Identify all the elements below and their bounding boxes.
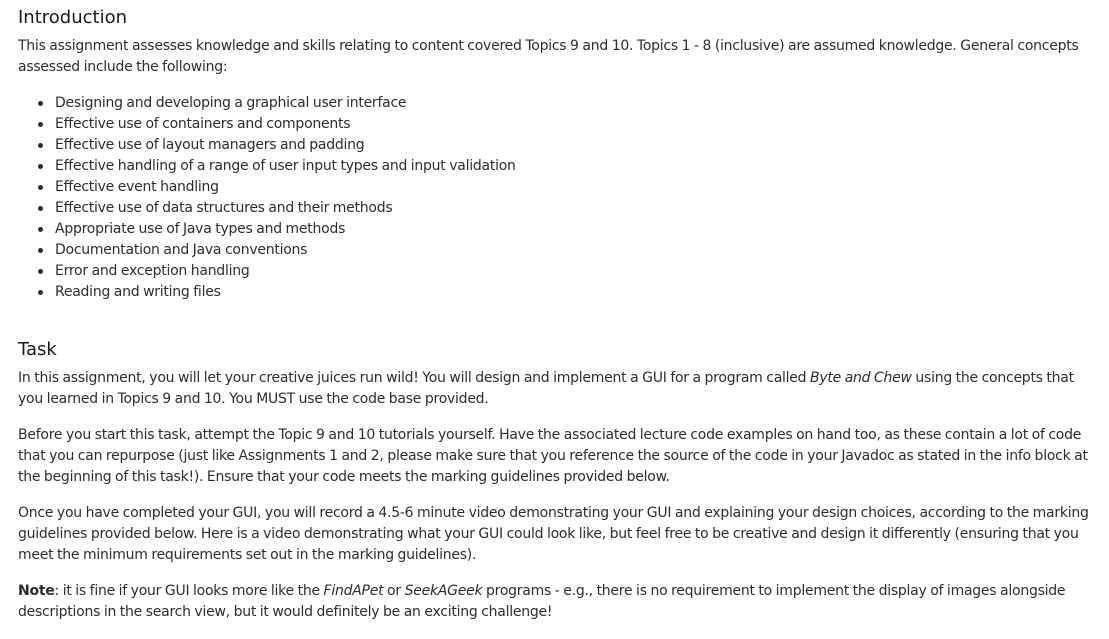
task-paragraph-video: Once you have completed your GUI, you wi…: [18, 505, 1089, 563]
task-paragraph-intro: In this assignment, you will let your cr…: [18, 368, 1091, 410]
note-text: or: [383, 583, 405, 599]
list-item: Appropriate use of Java types and method…: [38, 219, 1091, 240]
task-text: In this assignment, you will let your cr…: [18, 370, 811, 386]
assessed-concepts-list: Designing and developing a graphical use…: [18, 93, 1091, 303]
list-item: Documentation and Java conventions: [38, 240, 1091, 261]
list-item: Effective use of layout managers and pad…: [38, 135, 1091, 156]
program-name: FindAPet: [323, 583, 384, 599]
program-name: SeekAGeek: [404, 583, 483, 599]
introduction-heading: Introduction: [18, 7, 128, 28]
task-note: Note: it is fine if your GUI looks more …: [18, 581, 1091, 623]
note-text: : it is fine if your GUI looks more like…: [54, 583, 324, 599]
introduction-paragraph: This assignment assesses knowledge and s…: [18, 38, 1079, 75]
task-section: Task In this assignment, you will let yo…: [18, 338, 1091, 623]
introduction-section: Introduction This assignment assesses kn…: [18, 6, 1091, 303]
list-item: Effective event handling: [38, 177, 1091, 198]
task-heading: Task: [18, 339, 57, 360]
list-item: Effective use of data structures and the…: [38, 198, 1091, 219]
list-item: Error and exception handling: [38, 261, 1091, 282]
assignment-page: Introduction This assignment assesses kn…: [0, 0, 1109, 623]
note-label: Note: [18, 583, 55, 599]
list-item: Designing and developing a graphical use…: [38, 93, 1091, 114]
program-name: Byte and Chew: [810, 370, 912, 386]
list-item: Reading and writing files: [38, 282, 1091, 303]
list-item: Effective use of containers and componen…: [38, 114, 1091, 135]
list-item: Effective handling of a range of user in…: [38, 156, 1091, 177]
task-paragraph-tutorials: Before you start this task, attempt the …: [18, 427, 1088, 485]
